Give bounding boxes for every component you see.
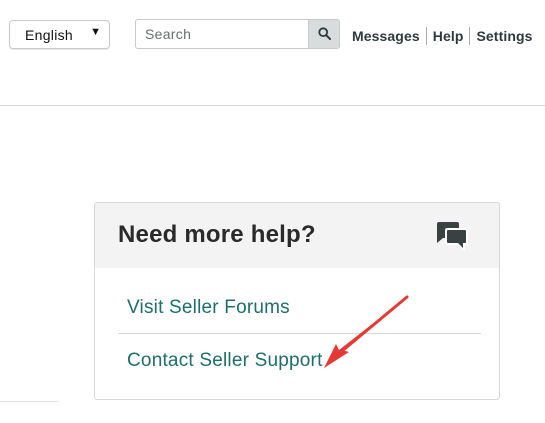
search-button[interactable] [308,20,339,48]
help-card-header: Need more help? [95,203,499,268]
help-link[interactable]: Help [433,28,464,44]
header-links: Messages Help Settings [352,27,533,45]
search-input[interactable] [136,20,308,48]
chat-bubbles-icon [437,222,468,251]
divider [118,333,481,334]
link-divider [425,27,427,45]
search-icon [318,27,331,40]
top-bar: English ▼ Messages Help Settings [0,0,545,106]
language-selector-value: English [25,27,74,43]
language-selector[interactable]: English ▼ [9,20,110,49]
caret-down-icon: ▼ [90,26,101,38]
messages-link[interactable]: Messages [352,28,420,44]
link-divider [469,27,471,45]
settings-link[interactable]: Settings [476,28,532,44]
visit-seller-forums-link[interactable]: Visit Seller Forums [127,297,290,319]
search-box [135,19,340,49]
divider [0,401,58,402]
page: English ▼ Messages Help Settings Need mo… [0,0,545,423]
help-card-title: Need more help? [118,221,316,248]
contact-seller-support-link[interactable]: Contact Seller Support [127,350,323,372]
help-card: Need more help? Visit Seller Forums Cont… [94,202,500,400]
